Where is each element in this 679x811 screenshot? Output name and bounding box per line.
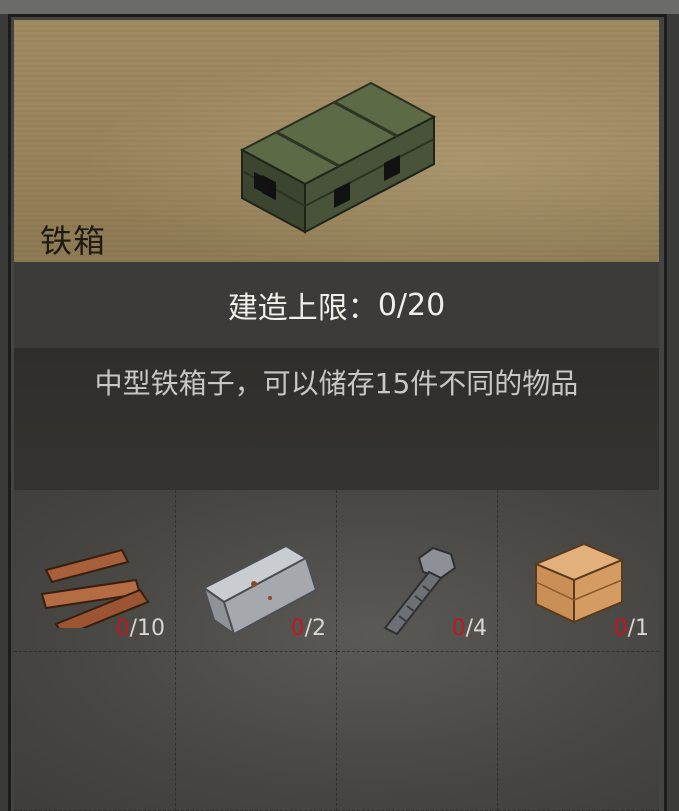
item-description: 中型铁箱子，可以储存15件不同的物品 — [94, 367, 579, 400]
build-limit-row: 建造上限： 0/20 — [14, 262, 659, 348]
empty-slot — [14, 652, 176, 811]
build-limit-label: 建造上限： — [227, 291, 378, 326]
materials-grid: 0/10 0/2 0/4 0/1 — [14, 490, 659, 811]
material-count: 0/10 — [115, 616, 165, 641]
material-count: 0/1 — [613, 616, 649, 641]
item-banner: 铁箱 — [14, 20, 659, 262]
material-slot-bolt[interactable]: 0/4 — [337, 490, 498, 652]
material-count: 0/2 — [290, 616, 326, 641]
item-title: 铁箱 — [40, 222, 107, 260]
wooden-crate-icon — [533, 542, 625, 624]
empty-slot — [176, 652, 337, 811]
empty-slot — [498, 652, 659, 811]
material-slot-iron[interactable]: 0/2 — [176, 490, 337, 652]
top-strip — [0, 0, 679, 14]
description-box: 中型铁箱子，可以储存15件不同的物品 — [14, 348, 659, 490]
empty-slot — [337, 652, 498, 811]
wood-plank-icon — [40, 548, 150, 628]
material-count: 0/4 — [451, 616, 487, 641]
iron-box-icon — [239, 81, 437, 234]
build-limit-value: 0/20 — [377, 287, 446, 323]
material-slot-crate[interactable]: 0/1 — [498, 490, 659, 652]
material-slot-wood[interactable]: 0/10 — [14, 490, 176, 652]
